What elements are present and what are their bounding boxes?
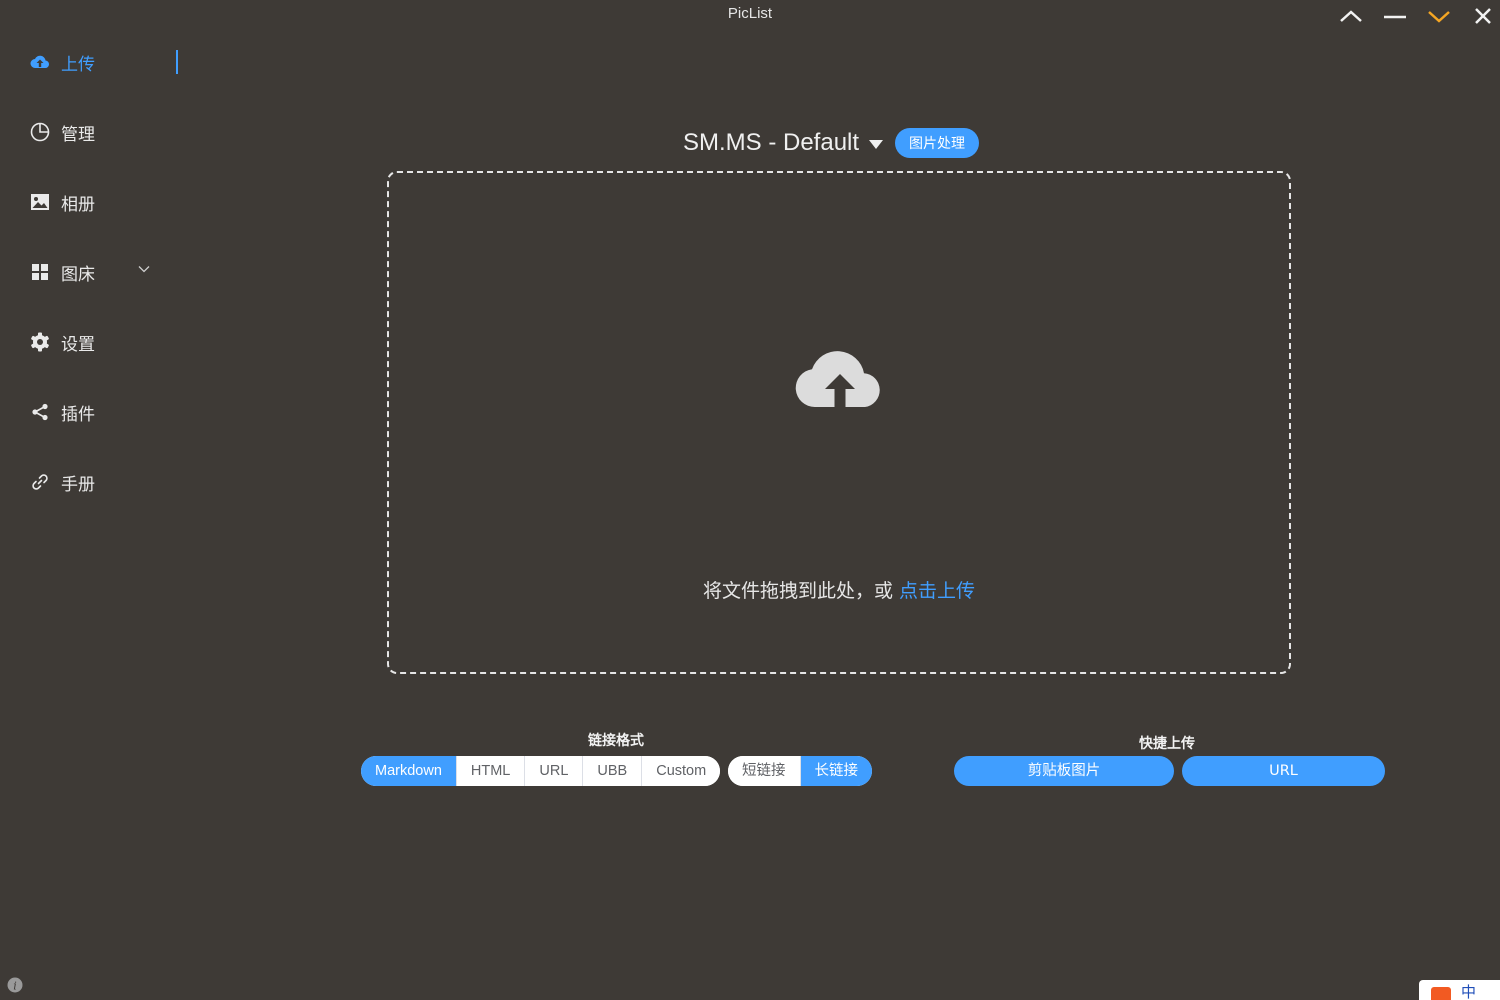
gear-icon — [30, 332, 50, 352]
minimize-button[interactable] — [1382, 4, 1408, 28]
click-upload-link[interactable]: 点击上传 — [899, 580, 975, 602]
sidebar: 上传 管理 相册 图床 设置 插件 手册 — [0, 28, 180, 928]
title-bar: PicList — [0, 0, 1500, 28]
sidebar-item-picbed[interactable]: 图床 — [30, 257, 170, 287]
format-markdown[interactable]: Markdown — [361, 756, 457, 786]
sidebar-item-manage[interactable]: 管理 — [30, 117, 170, 147]
always-on-top-button[interactable] — [1338, 4, 1364, 28]
app-title: PicList — [727, 5, 773, 22]
link-length-group: 短链接 长链接 — [728, 756, 872, 786]
image-process-button[interactable]: 图片处理 — [895, 128, 980, 158]
ime-logo-icon — [1431, 987, 1451, 1000]
minus-icon — [1384, 15, 1406, 19]
quick-upload-label: 快捷上传 — [1139, 736, 1195, 752]
sidebar-item-upload[interactable]: 上传 — [30, 47, 170, 77]
drop-hint: 将文件拖拽到此处，或 点击上传 — [702, 580, 976, 602]
upload-dropzone[interactable]: 将文件拖拽到此处，或 点击上传 — [387, 171, 1291, 674]
link-icon — [30, 472, 50, 492]
upload-cloud-icon — [30, 52, 50, 72]
sidebar-item-plugins[interactable]: 插件 — [30, 397, 170, 427]
mini-window-button[interactable] — [1426, 4, 1452, 28]
chevron-up-icon — [1340, 10, 1362, 22]
close-icon — [1475, 8, 1491, 24]
chevron-down-icon — [1428, 11, 1450, 23]
grid-icon — [30, 262, 50, 282]
caret-down-icon[interactable] — [869, 140, 884, 149]
info-icon[interactable]: i — [7, 977, 23, 993]
format-html[interactable]: HTML — [456, 756, 526, 786]
svg-text:i: i — [13, 980, 17, 993]
format-custom[interactable]: Custom — [642, 756, 721, 786]
image-icon — [30, 192, 50, 212]
upload-cloud-icon — [795, 351, 880, 409]
pie-chart-icon — [30, 122, 50, 142]
link-format-label: 链接格式 — [588, 733, 644, 749]
close-button[interactable] — [1470, 4, 1496, 28]
ime-indicator[interactable]: 中 — [1419, 980, 1500, 1000]
ime-mode: 中 — [1461, 983, 1477, 1000]
url-upload-button[interactable]: URL — [1182, 756, 1385, 786]
link-format-group: Markdown HTML URL UBB Custom — [361, 756, 721, 786]
sidebar-item-manual[interactable]: 手册 — [30, 467, 170, 497]
format-url[interactable]: URL — [525, 756, 584, 786]
sidebar-item-settings[interactable]: 设置 — [30, 327, 170, 357]
clipboard-upload-button[interactable]: 剪贴板图片 — [954, 756, 1174, 786]
active-indicator — [176, 50, 178, 74]
long-link-option[interactable]: 长链接 — [800, 756, 872, 786]
sidebar-item-gallery[interactable]: 相册 — [30, 187, 170, 217]
picbed-selector: SM.MS - Default 图片处理 — [683, 127, 980, 159]
share-icon — [30, 402, 50, 422]
app-window: PicList 上传 管理 相册 图床 设置 插件 手册 SM.MS - Def… — [0, 0, 1500, 1000]
picbed-name[interactable]: SM.MS - Default — [683, 129, 859, 157]
chevron-down-icon — [138, 266, 150, 273]
short-link-option[interactable]: 短链接 — [728, 756, 801, 786]
format-ubb[interactable]: UBB — [583, 756, 643, 786]
